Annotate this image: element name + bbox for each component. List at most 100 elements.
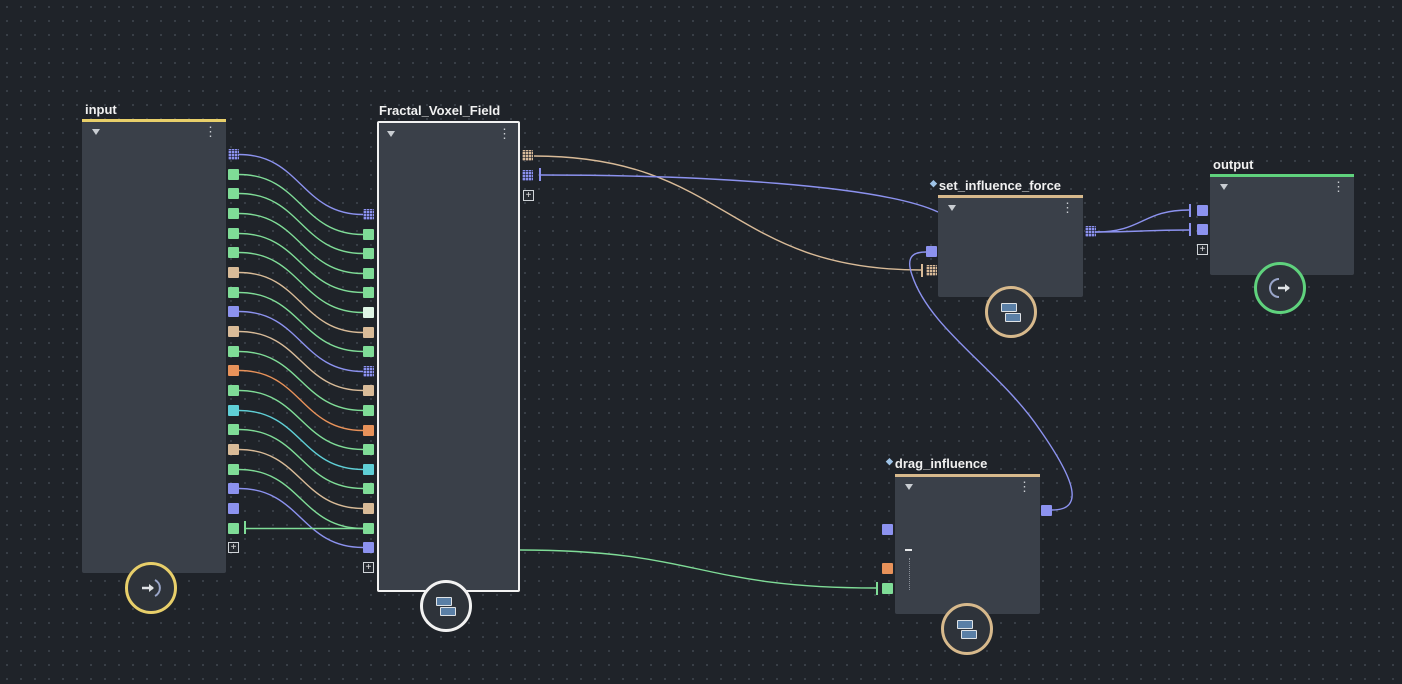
fractal-input-port-vector-scope-geo[interactable] — [363, 209, 374, 220]
fractal-input-port-magnitude[interactable] — [363, 229, 374, 240]
input-port-divisions[interactable] — [228, 346, 239, 357]
drag-influence-title: ◆ drag_influence — [886, 456, 988, 471]
add-port-plus-icon[interactable]: + — [228, 542, 239, 553]
fractal-input-port-ratio[interactable] — [363, 287, 374, 298]
input-port-mesh6[interactable] — [228, 149, 239, 160]
sif-output-port-out-influence[interactable] — [1085, 226, 1096, 237]
vector-field-scope-out-bar — [539, 168, 541, 181]
wire-input-to-fractal-length-remap — [238, 448, 364, 510]
fractal-voxel-field-node[interactable]: ⋮ — [377, 121, 520, 592]
set-influence-force-accent-bar — [938, 195, 1083, 198]
drag-input-port-drag[interactable] — [882, 583, 893, 594]
stacked-boxes-icon — [436, 596, 456, 616]
fractal-input-port-length[interactable] — [363, 483, 374, 494]
input-port-bounds-geometry[interactable] — [228, 483, 239, 494]
chevron-down-icon[interactable] — [948, 205, 956, 211]
fractal-input-port-volume-geo-in[interactable] — [363, 366, 374, 377]
input-port-flowline-length-in-sec[interactable] — [228, 385, 239, 396]
wire-input-to-fractal-frequency — [238, 212, 364, 275]
chevron-down-icon[interactable] — [1220, 184, 1228, 190]
fractal-input-port-num-frequencies[interactable] — [363, 248, 374, 259]
fractal-input-port-time[interactable] — [363, 327, 374, 338]
output-node[interactable]: ⋮ — [1210, 174, 1354, 275]
fractal-node-title: Fractal_Voxel_Field — [379, 103, 501, 118]
input-node-title: input — [85, 102, 117, 117]
chevron-down-icon[interactable] — [387, 131, 395, 137]
input-node[interactable]: ⋮ — [82, 119, 226, 573]
drag-influence-node[interactable]: ⋮ — [895, 474, 1040, 614]
input-port-frequency[interactable] — [228, 208, 239, 219]
collapse-minus-icon[interactable] — [905, 549, 912, 551]
set-influence-force-graph-button[interactable] — [985, 286, 1037, 338]
output-input-port-vector-field-scope-out[interactable] — [1197, 224, 1208, 235]
wire-input-to-fractal-time — [238, 271, 364, 334]
input-port-magnitude[interactable] — [228, 169, 239, 180]
output-input-bar-vector-field-scope-out — [1189, 223, 1191, 236]
wire-input-to-fractal-flowline-samples-per — [238, 409, 364, 471]
drag-input-bar — [876, 582, 878, 595]
fractal-input-port-frequency[interactable] — [363, 268, 374, 279]
set-influence-force-title: ◆ set_influence_force — [930, 178, 1062, 193]
wire-input-to-fractal-magnitude — [238, 173, 364, 236]
wire-input-to-fractal-display-flowlines — [238, 369, 364, 432]
wire-sif-to-output-scope — [1095, 229, 1190, 233]
fractal-input-port-length-remap[interactable] — [363, 503, 374, 514]
input-port-length-remap[interactable] — [228, 444, 239, 455]
drag-input-port-influence[interactable] — [882, 524, 893, 535]
fractal-output-port-influence-force-out[interactable] — [522, 150, 533, 161]
input-port-influence[interactable] — [228, 503, 239, 514]
output-io-button[interactable] — [1254, 262, 1306, 314]
chevron-down-icon[interactable] — [905, 484, 913, 490]
input-port-flowline-samples-per[interactable] — [228, 405, 239, 416]
arrow-circle-icon — [1269, 278, 1290, 298]
vertical-dots-menu-icon[interactable]: ⋮ — [1332, 180, 1345, 193]
fractal-input-port-bounds-geometry[interactable] — [363, 542, 374, 553]
vertical-dots-menu-icon[interactable]: ⋮ — [498, 127, 511, 140]
input-port-num-frequencies[interactable] — [228, 188, 239, 199]
chevron-down-icon[interactable] — [92, 129, 100, 135]
vertical-dots-menu-icon[interactable]: ⋮ — [1061, 201, 1074, 214]
input-port-volume[interactable] — [228, 306, 239, 317]
fractal-input-port-frequency-ratio[interactable] — [363, 307, 374, 318]
wire-input-to-fractal-fcurve — [238, 330, 364, 392]
input-port-fcurve[interactable] — [228, 326, 239, 337]
fractal-input-port-divisions[interactable] — [363, 405, 374, 416]
fractal-input-port-fcurve[interactable] — [363, 385, 374, 396]
drag-influence-accent-bar — [895, 474, 1040, 477]
sif-input-port-influence[interactable] — [926, 246, 937, 257]
input-port-time[interactable] — [228, 267, 239, 278]
input-port-time-ratio[interactable] — [228, 287, 239, 298]
fractal-input-port-time-ratio[interactable] — [363, 346, 374, 357]
wire-input-to-fractal-flowline-length-in-sec — [238, 389, 364, 451]
input-port-ratio[interactable] — [228, 228, 239, 239]
drag-input-port-enable[interactable] — [882, 563, 893, 574]
sif-input-port-force[interactable] — [926, 265, 937, 276]
wire-input-to-fractal-length — [238, 428, 364, 490]
add-port-plus-icon[interactable]: + — [1197, 244, 1208, 255]
drag-port-bar — [244, 521, 246, 534]
output-node-title: output — [1213, 157, 1254, 172]
input-io-button[interactable] — [125, 562, 177, 614]
force-port-bar — [921, 264, 923, 277]
fractal-input-port-display-flowlines[interactable] — [363, 425, 374, 436]
fractal-input-port-flowline-samples-per[interactable] — [363, 464, 374, 475]
add-output-plus-icon[interactable]: + — [523, 190, 534, 201]
fractal-graph-button[interactable] — [420, 580, 472, 632]
vertical-dots-menu-icon[interactable]: ⋮ — [1018, 480, 1031, 493]
fractal-input-port-flowline-length-in-sec[interactable] — [363, 444, 374, 455]
fractal-input-port-width[interactable] — [363, 523, 374, 534]
drag-influence-graph-button[interactable] — [941, 603, 993, 655]
wire-input-to-fractal-width — [238, 468, 364, 530]
input-port-frequency-ratio[interactable] — [228, 247, 239, 258]
vertical-dots-menu-icon[interactable]: ⋮ — [204, 125, 217, 138]
fractal-output-port-vector-field-scope-out[interactable] — [522, 170, 533, 181]
input-port-width[interactable] — [228, 464, 239, 475]
arrow-circle-icon — [142, 579, 161, 597]
input-port-length[interactable] — [228, 424, 239, 435]
input-port-drag[interactable] — [228, 523, 239, 534]
output-input-port-out-influence[interactable] — [1197, 205, 1208, 216]
drag-output-port-out-influence[interactable] — [1041, 505, 1052, 516]
add-input-plus-icon[interactable]: + — [363, 562, 374, 573]
input-port-display-flowlines[interactable] — [228, 365, 239, 376]
set-influence-force-node[interactable]: ⋮ — [938, 195, 1083, 297]
